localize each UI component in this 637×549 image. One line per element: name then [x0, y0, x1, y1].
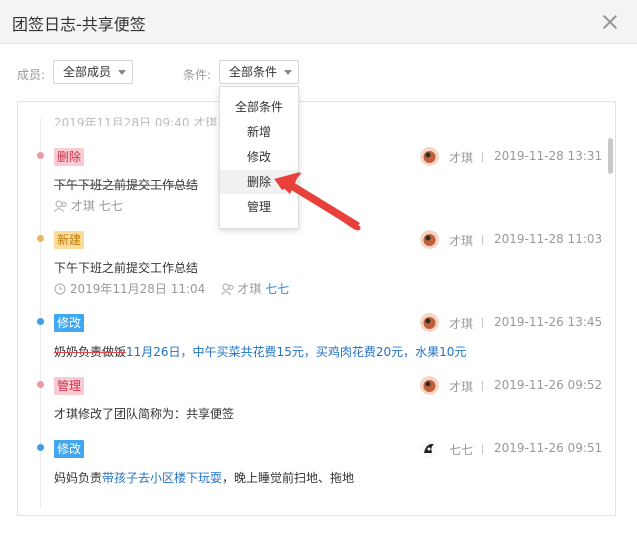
title-bar: 团签日志-共享便签	[0, 0, 637, 44]
added-text: 带孩子去小区楼下玩耍	[102, 471, 223, 485]
entry-time: 2019-11-26 09:51	[494, 441, 603, 455]
tag-modify: 修改	[54, 440, 85, 458]
added-text: 11月26日，中午买菜共花费15元，买鸡肉花费20元，水果10元	[126, 345, 467, 359]
avatar	[420, 147, 439, 166]
member-filter-label: 成员:	[17, 68, 46, 82]
entry-content: 下午下班之前提交工作总结	[54, 261, 199, 275]
member-select[interactable]: 全部成员	[53, 60, 133, 84]
entry-content: 下午下班之前提交工作总结	[54, 178, 199, 192]
chevron-down-icon	[118, 70, 126, 75]
author-name: 才琪	[449, 151, 474, 165]
mention-link[interactable]: 七七	[265, 282, 289, 296]
tag-create: 新建	[54, 231, 85, 249]
removed-text: 奶奶负责做饭	[54, 345, 127, 359]
condition-dropdown: 全部条件 新增 修改 删除 管理	[219, 86, 299, 229]
divider	[482, 152, 483, 162]
timeline-dot	[37, 318, 44, 325]
user-icon	[54, 200, 67, 212]
partial-meta-line: 2019年11月28日 09:40 才琪 七七	[54, 116, 246, 126]
close-icon[interactable]	[600, 12, 620, 32]
tag-manage: 管理	[54, 377, 85, 395]
author-name: 才琪	[449, 380, 474, 394]
member-select-value: 全部成员	[63, 65, 112, 79]
avatar	[420, 376, 439, 395]
dropdown-item-add[interactable]: 新增	[220, 120, 298, 144]
dropdown-item-manage[interactable]: 管理	[220, 195, 298, 219]
divider	[482, 444, 483, 454]
entry-meta: 2019年11月28日 11:04 才琪 七七	[54, 280, 289, 297]
timeline-dot	[37, 152, 44, 159]
entry-content: 才琪修改了团队简称为：共享便签	[54, 407, 235, 421]
divider	[482, 235, 483, 245]
condition-filter-label: 条件:	[183, 68, 212, 82]
dropdown-item-modify[interactable]: 修改	[220, 145, 298, 169]
dropdown-item-delete[interactable]: 删除	[220, 170, 298, 194]
entry-time: 2019-11-28 13:31	[494, 149, 603, 163]
divider	[482, 318, 483, 328]
entry-time: 2019-11-26 13:45	[494, 315, 603, 329]
author-name: 七七	[449, 443, 474, 457]
chevron-down-icon	[284, 70, 292, 75]
condition-select[interactable]: 全部条件	[219, 60, 299, 84]
avatar	[420, 313, 439, 332]
entry-meta: 才琪 七七	[54, 197, 123, 214]
clock-icon	[54, 283, 66, 295]
avatar	[420, 230, 439, 249]
entry-time: 2019-11-26 09:52	[494, 378, 603, 392]
tag-modify: 修改	[54, 314, 85, 332]
entry-time: 2019-11-28 11:03	[494, 232, 603, 246]
window-title: 团签日志-共享便签	[12, 15, 146, 34]
condition-select-value: 全部条件	[229, 65, 278, 79]
user-icon	[220, 283, 234, 295]
avatar	[420, 439, 439, 458]
timeline-dot	[37, 235, 44, 242]
entry-content: 奶奶负责做饭11月26日，中午买菜共花费15元，买鸡肉花费20元，水果10元	[54, 343, 466, 360]
timeline-dot	[37, 381, 44, 388]
divider	[482, 381, 483, 391]
tag-delete: 删除	[54, 148, 85, 166]
author-name: 才琪	[449, 234, 474, 248]
dropdown-item-all[interactable]: 全部条件	[220, 95, 298, 119]
author-name: 才琪	[449, 317, 474, 331]
timeline-dot	[37, 444, 44, 451]
scrollbar-thumb[interactable]	[608, 138, 613, 174]
entry-content: 妈妈负责带孩子去小区楼下玩耍，晚上睡觉前扫地、拖地	[54, 471, 355, 485]
